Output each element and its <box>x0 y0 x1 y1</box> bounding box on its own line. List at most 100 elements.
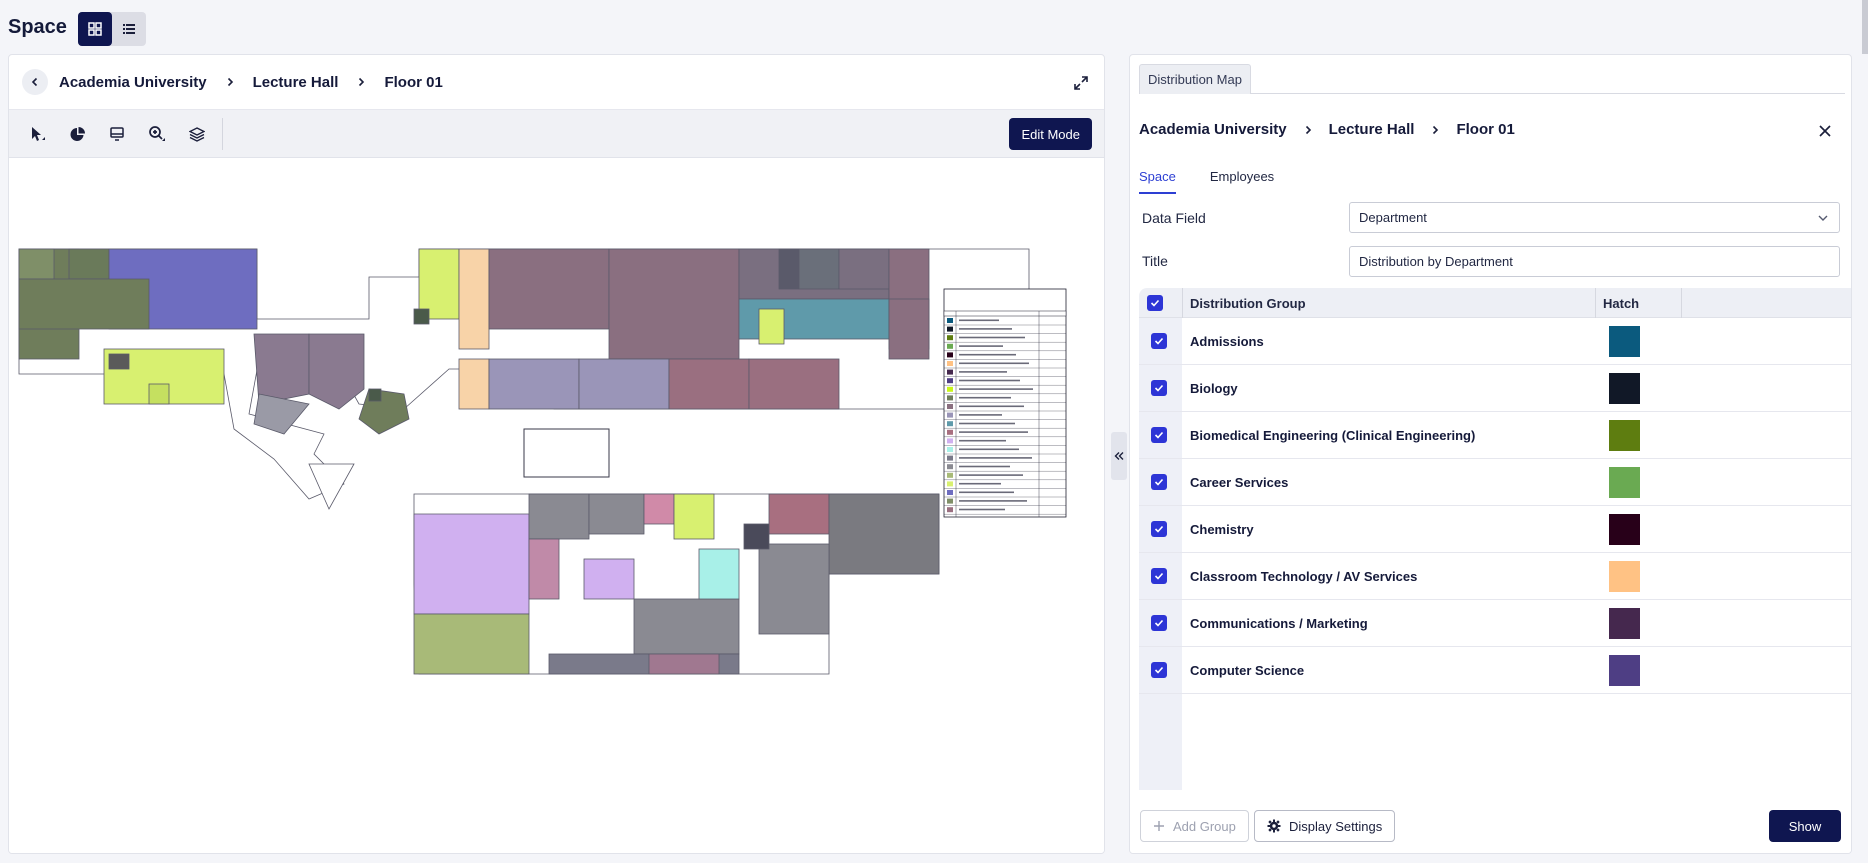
legend-label-mark <box>959 457 1032 459</box>
legend-swatch <box>947 352 953 358</box>
table-row[interactable]: Chemistry <box>1139 506 1851 553</box>
breadcrumb: Academia University Lecture Hall Floor 0… <box>59 74 443 91</box>
breadcrumb-item-floor: Floor 01 <box>384 73 443 91</box>
legend-label-mark <box>959 448 1019 451</box>
show-button[interactable]: Show <box>1769 810 1841 842</box>
collapse-panel-button[interactable] <box>1111 432 1127 480</box>
table-row[interactable]: Classroom Technology / AV Services <box>1139 553 1851 600</box>
legend-swatch <box>947 361 953 366</box>
title-input[interactable]: Distribution by Department <box>1349 246 1840 277</box>
subtab-employees[interactable]: Employees <box>1210 169 1274 194</box>
row-checkbox[interactable] <box>1151 380 1167 396</box>
page-scrollbar[interactable] <box>1862 0 1868 54</box>
display-settings-button[interactable]: Display Settings <box>1254 810 1396 842</box>
select-all-checkbox[interactable] <box>1147 295 1163 311</box>
row-checkbox[interactable] <box>1151 615 1167 631</box>
legend-label-mark <box>959 491 1014 494</box>
hatch-swatch[interactable] <box>1609 561 1640 592</box>
list-view-icon[interactable] <box>112 12 146 46</box>
legend-label-mark <box>959 422 1015 425</box>
close-icon[interactable] <box>1815 121 1835 141</box>
breadcrumb-item-building[interactable]: Lecture Hall <box>253 74 339 91</box>
plus-icon <box>1154 821 1164 831</box>
row-checkbox[interactable] <box>1151 662 1167 678</box>
legend-swatch <box>947 507 953 513</box>
table-row[interactable]: Biology <box>1139 365 1851 412</box>
view-toggle <box>78 12 146 46</box>
hatch-swatch[interactable] <box>1609 467 1640 498</box>
distribution-table: Distribution Group Hatch Admissions Biolo… <box>1139 288 1851 790</box>
legend-label-mark <box>959 388 1033 390</box>
back-button[interactable] <box>22 69 48 95</box>
table-row[interactable]: Career Services <box>1139 459 1851 506</box>
table-row[interactable]: Biomedical Engineering (Clinical Enginee… <box>1139 412 1851 459</box>
subtab-space[interactable]: Space <box>1139 169 1176 194</box>
chevron-right-icon <box>356 77 366 87</box>
check-icon <box>1154 431 1164 439</box>
pie-chart-icon[interactable] <box>64 122 90 146</box>
hatch-swatch[interactable] <box>1609 608 1640 639</box>
hatch-swatch[interactable] <box>1609 514 1640 545</box>
table-row[interactable]: Admissions <box>1139 318 1851 365</box>
data-field-select[interactable]: Department <box>1349 202 1840 233</box>
grid-view-icon[interactable] <box>78 12 112 46</box>
gear-icon <box>1267 819 1281 833</box>
chevron-down-icon <box>1818 215 1828 221</box>
legend-label-mark <box>959 508 1005 511</box>
distribution-group-name: Communications / Marketing <box>1190 616 1368 631</box>
column-header-hatch[interactable]: Hatch <box>1603 288 1639 318</box>
panel-footer: Add Group Display Settings Show <box>1130 800 1851 853</box>
table-row[interactable]: Computer Science <box>1139 647 1851 694</box>
column-divider <box>1182 288 1183 318</box>
row-checkbox[interactable] <box>1151 333 1167 349</box>
hatch-swatch[interactable] <box>1609 420 1640 451</box>
legend-label-mark <box>959 414 1002 416</box>
distribution-group-name: Biology <box>1190 381 1238 396</box>
distribution-group-name: Biomedical Engineering (Clinical Enginee… <box>1190 428 1476 443</box>
add-group-button[interactable]: Add Group <box>1140 810 1249 842</box>
expand-icon[interactable] <box>1070 72 1092 94</box>
edit-mode-button[interactable]: Edit Mode <box>1009 118 1092 150</box>
legend-label-mark <box>959 474 1023 476</box>
floor-plan-drawing <box>18 248 1067 675</box>
hatch-swatch[interactable] <box>1609 655 1640 686</box>
monitor-icon[interactable] <box>104 122 130 146</box>
data-field-label: Data Field <box>1142 210 1206 226</box>
legend-swatch <box>947 481 953 487</box>
legend-label-mark <box>959 482 1001 485</box>
legend-swatch <box>947 447 953 452</box>
floor-plan-canvas[interactable] <box>9 159 1104 853</box>
legend-swatch <box>947 326 953 332</box>
hatch-swatch[interactable] <box>1609 326 1640 357</box>
distribution-group-name: Admissions <box>1190 334 1264 349</box>
row-checkbox[interactable] <box>1151 474 1167 490</box>
floor-plan-viewer: Academia University Lecture Hall Floor 0… <box>8 54 1105 854</box>
row-checkbox[interactable] <box>1151 568 1167 584</box>
data-field-value: Department <box>1359 210 1427 225</box>
legend-label-mark <box>959 371 1007 373</box>
chevron-right-icon <box>1303 125 1313 135</box>
hatch-swatch[interactable] <box>1609 373 1640 404</box>
column-header-group[interactable]: Distribution Group <box>1190 288 1306 318</box>
legend-label-mark <box>959 405 1024 408</box>
viewer-breadcrumb-bar: Academia University Lecture Hall Floor 0… <box>9 55 1104 110</box>
panel-tabstrip: Distribution Map <box>1139 64 1845 94</box>
legend-swatch <box>947 335 953 341</box>
breadcrumb-item-site[interactable]: Academia University <box>59 74 207 91</box>
layers-icon[interactable] <box>184 122 210 146</box>
viewer-toolbar: Edit Mode <box>9 110 1104 158</box>
app-title: Space <box>8 16 67 38</box>
panel-breadcrumb: Academia University Lecture Hall Floor 0… <box>1139 121 1515 138</box>
zoom-icon[interactable] <box>144 122 170 146</box>
chevron-right-icon <box>1430 125 1440 135</box>
distribution-group-name: Classroom Technology / AV Services <box>1190 569 1418 584</box>
pointer-icon[interactable] <box>24 122 50 146</box>
table-row[interactable]: Communications / Marketing <box>1139 600 1851 647</box>
tab-distribution-map[interactable]: Distribution Map <box>1139 64 1251 94</box>
legend-label-mark <box>959 431 1028 433</box>
breadcrumb-item-site[interactable]: Academia University <box>1139 121 1287 138</box>
breadcrumb-item-building[interactable]: Lecture Hall <box>1329 121 1415 138</box>
row-checkbox[interactable] <box>1151 427 1167 443</box>
legend-swatch <box>947 412 953 418</box>
row-checkbox[interactable] <box>1151 521 1167 537</box>
